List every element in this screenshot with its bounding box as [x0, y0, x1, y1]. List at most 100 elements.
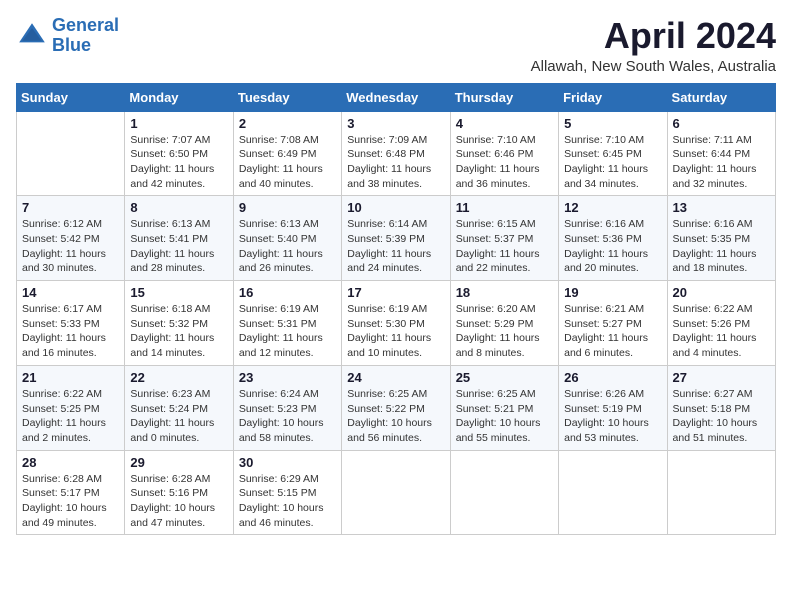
table-row — [667, 450, 775, 535]
table-row — [17, 111, 125, 196]
day-info: Sunrise: 6:27 AM Sunset: 5:18 PM Dayligh… — [673, 387, 770, 446]
table-row: 15 Sunrise: 6:18 AM Sunset: 5:32 PM Dayli… — [125, 281, 233, 366]
table-row — [559, 450, 667, 535]
table-row: 26 Sunrise: 6:26 AM Sunset: 5:19 PM Dayli… — [559, 365, 667, 450]
calendar-week-row: 14 Sunrise: 6:17 AM Sunset: 5:33 PM Dayli… — [17, 281, 776, 366]
day-info: Sunrise: 6:26 AM Sunset: 5:19 PM Dayligh… — [564, 387, 661, 446]
table-row: 17 Sunrise: 6:19 AM Sunset: 5:30 PM Dayli… — [342, 281, 450, 366]
table-row: 29 Sunrise: 6:28 AM Sunset: 5:16 PM Dayli… — [125, 450, 233, 535]
title-block: April 2024 Allawah, New South Wales, Aus… — [531, 16, 776, 75]
day-number: 9 — [239, 200, 336, 215]
day-info: Sunrise: 6:24 AM Sunset: 5:23 PM Dayligh… — [239, 387, 336, 446]
table-row: 9 Sunrise: 6:13 AM Sunset: 5:40 PM Daylig… — [233, 196, 341, 281]
day-number: 21 — [22, 370, 119, 385]
logo: General Blue — [16, 16, 119, 56]
calendar-week-row: 28 Sunrise: 6:28 AM Sunset: 5:17 PM Dayli… — [17, 450, 776, 535]
day-info: Sunrise: 6:13 AM Sunset: 5:40 PM Dayligh… — [239, 217, 336, 276]
day-info: Sunrise: 6:16 AM Sunset: 5:35 PM Dayligh… — [673, 217, 770, 276]
table-row: 18Sunrise: 6:20 AM Sunset: 5:29 PM Dayli… — [450, 281, 558, 366]
header-saturday: Saturday — [667, 83, 775, 111]
table-row: 16 Sunrise: 6:19 AM Sunset: 5:31 PM Dayli… — [233, 281, 341, 366]
table-row: 5Sunrise: 7:10 AM Sunset: 6:45 PM Daylig… — [559, 111, 667, 196]
day-number: 16 — [239, 285, 336, 300]
day-info: Sunrise: 6:28 AM Sunset: 5:16 PM Dayligh… — [130, 472, 227, 531]
header-tuesday: Tuesday — [233, 83, 341, 111]
table-row: 28 Sunrise: 6:28 AM Sunset: 5:17 PM Dayli… — [17, 450, 125, 535]
logo-text: General Blue — [52, 16, 119, 56]
page-header: General Blue April 2024 Allawah, New Sou… — [16, 16, 776, 75]
day-info: Sunrise: 6:25 AM Sunset: 5:21 PM Dayligh… — [456, 387, 553, 446]
day-info: Sunrise: 6:14 AM Sunset: 5:39 PM Dayligh… — [347, 217, 444, 276]
day-info: Sunrise: 6:21 AM Sunset: 5:27 PM Dayligh… — [564, 302, 661, 361]
table-row: 11 Sunrise: 6:15 AM Sunset: 5:37 PM Dayli… — [450, 196, 558, 281]
header-wednesday: Wednesday — [342, 83, 450, 111]
table-row: 8 Sunrise: 6:13 AM Sunset: 5:41 PM Daylig… — [125, 196, 233, 281]
table-row: 7 Sunrise: 6:12 AM Sunset: 5:42 PM Daylig… — [17, 196, 125, 281]
day-number: 8 — [130, 200, 227, 215]
weekday-header-row: Sunday Monday Tuesday Wednesday Thursday… — [17, 83, 776, 111]
table-row: 2Sunrise: 7:08 AM Sunset: 6:49 PM Daylig… — [233, 111, 341, 196]
table-row: 13 Sunrise: 6:16 AM Sunset: 5:35 PM Dayli… — [667, 196, 775, 281]
day-number: 1 — [130, 116, 227, 131]
table-row: 30 Sunrise: 6:29 AM Sunset: 5:15 PM Dayli… — [233, 450, 341, 535]
day-number: 11 — [456, 200, 553, 215]
day-info: Sunrise: 7:07 AM Sunset: 6:50 PM Dayligh… — [130, 133, 227, 192]
day-info: Sunrise: 6:16 AM Sunset: 5:36 PM Dayligh… — [564, 217, 661, 276]
table-row: 1 Sunrise: 7:07 AM Sunset: 6:50 PM Daylig… — [125, 111, 233, 196]
logo-line2: Blue — [52, 35, 91, 55]
day-info: Sunrise: 6:13 AM Sunset: 5:41 PM Dayligh… — [130, 217, 227, 276]
day-number: 25 — [456, 370, 553, 385]
calendar-week-row: 1 Sunrise: 7:07 AM Sunset: 6:50 PM Daylig… — [17, 111, 776, 196]
day-number: 2 — [239, 116, 336, 131]
day-number: 30 — [239, 455, 336, 470]
day-number: 13 — [673, 200, 770, 215]
day-info: Sunrise: 6:19 AM Sunset: 5:30 PM Dayligh… — [347, 302, 444, 361]
day-info: Sunrise: 7:11 AM Sunset: 6:44 PM Dayligh… — [673, 133, 770, 192]
day-number: 18 — [456, 285, 553, 300]
day-number: 19 — [564, 285, 661, 300]
day-number: 14 — [22, 285, 119, 300]
table-row: 20Sunrise: 6:22 AM Sunset: 5:26 PM Dayli… — [667, 281, 775, 366]
table-row: 12 Sunrise: 6:16 AM Sunset: 5:36 PM Dayli… — [559, 196, 667, 281]
table-row — [450, 450, 558, 535]
header-sunday: Sunday — [17, 83, 125, 111]
day-number: 28 — [22, 455, 119, 470]
logo-line1: General — [52, 15, 119, 35]
day-info: Sunrise: 6:18 AM Sunset: 5:32 PM Dayligh… — [130, 302, 227, 361]
location-subtitle: Allawah, New South Wales, Australia — [531, 58, 776, 75]
day-info: Sunrise: 6:15 AM Sunset: 5:37 PM Dayligh… — [456, 217, 553, 276]
day-info: Sunrise: 6:25 AM Sunset: 5:22 PM Dayligh… — [347, 387, 444, 446]
table-row: 19 Sunrise: 6:21 AM Sunset: 5:27 PM Dayli… — [559, 281, 667, 366]
month-title: April 2024 — [531, 16, 776, 56]
table-row: 10 Sunrise: 6:14 AM Sunset: 5:39 PM Dayli… — [342, 196, 450, 281]
day-info: Sunrise: 6:12 AM Sunset: 5:42 PM Dayligh… — [22, 217, 119, 276]
day-number: 3 — [347, 116, 444, 131]
day-info: Sunrise: 6:29 AM Sunset: 5:15 PM Dayligh… — [239, 472, 336, 531]
day-info: Sunrise: 6:17 AM Sunset: 5:33 PM Dayligh… — [22, 302, 119, 361]
calendar-table: Sunday Monday Tuesday Wednesday Thursday… — [16, 83, 776, 536]
day-info: Sunrise: 7:09 AM Sunset: 6:48 PM Dayligh… — [347, 133, 444, 192]
table-row: 21Sunrise: 6:22 AM Sunset: 5:25 PM Dayli… — [17, 365, 125, 450]
day-number: 29 — [130, 455, 227, 470]
day-number: 15 — [130, 285, 227, 300]
day-number: 7 — [22, 200, 119, 215]
day-number: 22 — [130, 370, 227, 385]
day-number: 23 — [239, 370, 336, 385]
day-number: 26 — [564, 370, 661, 385]
day-number: 20 — [673, 285, 770, 300]
day-info: Sunrise: 6:19 AM Sunset: 5:31 PM Dayligh… — [239, 302, 336, 361]
day-number: 12 — [564, 200, 661, 215]
day-number: 27 — [673, 370, 770, 385]
table-row — [342, 450, 450, 535]
day-number: 6 — [673, 116, 770, 131]
day-info: Sunrise: 6:28 AM Sunset: 5:17 PM Dayligh… — [22, 472, 119, 531]
day-number: 17 — [347, 285, 444, 300]
table-row: 25 Sunrise: 6:25 AM Sunset: 5:21 PM Dayli… — [450, 365, 558, 450]
logo-icon — [16, 20, 48, 52]
calendar-week-row: 21Sunrise: 6:22 AM Sunset: 5:25 PM Dayli… — [17, 365, 776, 450]
day-number: 10 — [347, 200, 444, 215]
day-number: 5 — [564, 116, 661, 131]
header-monday: Monday — [125, 83, 233, 111]
table-row: 4Sunrise: 7:10 AM Sunset: 6:46 PM Daylig… — [450, 111, 558, 196]
table-row: 24Sunrise: 6:25 AM Sunset: 5:22 PM Dayli… — [342, 365, 450, 450]
